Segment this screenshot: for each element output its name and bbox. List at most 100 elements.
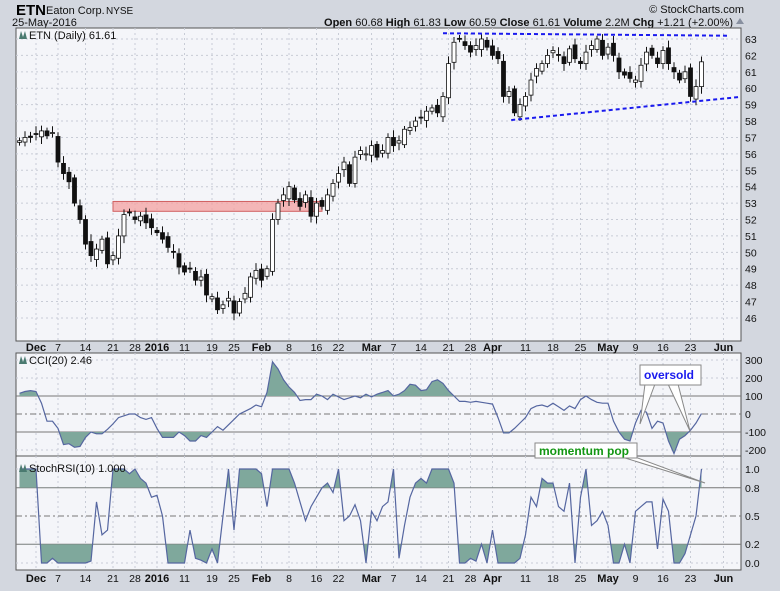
candle-body bbox=[413, 120, 418, 127]
candle-body bbox=[66, 171, 72, 183]
candle-body bbox=[534, 68, 539, 77]
candle-body bbox=[165, 236, 171, 248]
price-tick-label: 57 bbox=[745, 132, 757, 144]
candle-body bbox=[187, 267, 193, 270]
x-tick-label: 8 bbox=[286, 342, 292, 354]
cci-tick-label: 100 bbox=[745, 391, 763, 403]
x-tick-label: 21 bbox=[107, 342, 119, 354]
x-tick-label: Mar bbox=[362, 573, 382, 585]
candle-body bbox=[550, 50, 556, 54]
x-tick-label: 22 bbox=[333, 573, 345, 585]
candle-body bbox=[600, 39, 605, 56]
candle-body bbox=[237, 301, 242, 314]
candle-body bbox=[94, 248, 99, 260]
candle-body bbox=[88, 241, 94, 257]
candle-body bbox=[385, 137, 391, 154]
candle-body bbox=[512, 88, 517, 114]
candle-body bbox=[231, 300, 237, 314]
candle-body bbox=[83, 219, 88, 245]
open-value: 60.68 bbox=[355, 17, 383, 29]
x-tick-label: Apr bbox=[483, 342, 503, 354]
stochrsi-tick-label: 1.0 bbox=[745, 464, 760, 476]
x-tick-label: 14 bbox=[415, 573, 427, 585]
candle-body bbox=[182, 265, 187, 273]
cci-tick-label: 300 bbox=[745, 355, 763, 367]
candle-body bbox=[633, 79, 638, 83]
candle-body bbox=[699, 61, 704, 87]
x-tick-label: 14 bbox=[415, 342, 427, 354]
chg-value: +1.21 (+2.00%) bbox=[657, 17, 733, 29]
oversold-label: oversold bbox=[644, 368, 694, 382]
price-tick-label: 47 bbox=[745, 297, 757, 309]
x-tick-label: 16 bbox=[657, 342, 669, 354]
candle-body bbox=[72, 177, 77, 204]
candle-body bbox=[308, 197, 314, 217]
candle-body bbox=[457, 37, 462, 40]
chart-date: 25-May-2016 bbox=[12, 17, 77, 29]
cci-panel bbox=[15, 352, 742, 457]
cci-tick-label: -200 bbox=[745, 445, 766, 457]
candle-body bbox=[473, 45, 479, 50]
candle-body bbox=[314, 202, 319, 217]
candle-body bbox=[627, 72, 633, 79]
x-tick-label: 19 bbox=[206, 342, 218, 354]
candle-body bbox=[484, 39, 490, 48]
stochrsi-tick-label: 0.2 bbox=[745, 539, 760, 551]
x-tick-label: 23 bbox=[685, 342, 697, 354]
x-tick-label: 25 bbox=[575, 573, 587, 585]
x-tick-label: 19 bbox=[206, 573, 218, 585]
candle-body bbox=[259, 268, 264, 281]
x-tick-label: 25 bbox=[228, 573, 240, 585]
candle-body bbox=[242, 292, 248, 300]
stochrsi-tick-label: 0.8 bbox=[745, 483, 760, 495]
candle-body bbox=[369, 145, 374, 156]
stock-chart: ETN Eaton Corp. NYSE 25-May-2016 © Stock… bbox=[0, 0, 780, 586]
price-tick-label: 56 bbox=[745, 149, 757, 161]
candle-body bbox=[286, 186, 292, 200]
candle-body bbox=[666, 47, 671, 65]
cci-legend: CCI(20) 2.46 bbox=[29, 355, 92, 367]
candle-body bbox=[270, 219, 275, 272]
cci-tick-label: 200 bbox=[745, 373, 763, 385]
x-tick-label: 7 bbox=[55, 342, 61, 354]
x-tick-label: 21 bbox=[443, 342, 455, 354]
candle-body bbox=[501, 60, 506, 97]
x-tick-label: 25 bbox=[228, 342, 240, 354]
x-tick-label: 16 bbox=[311, 342, 323, 354]
candle-body bbox=[556, 54, 561, 56]
price-tick-label: 63 bbox=[745, 34, 757, 46]
candle-body bbox=[616, 57, 622, 73]
x-tick-label: May bbox=[597, 342, 619, 354]
price-tick-label: 53 bbox=[745, 198, 757, 210]
price-tick-label: 60 bbox=[745, 83, 757, 95]
price-tick-label: 49 bbox=[745, 264, 757, 276]
candle-body bbox=[578, 60, 583, 65]
price-tick-label: 50 bbox=[745, 247, 757, 259]
candle-body bbox=[644, 51, 649, 65]
candle-body bbox=[424, 110, 429, 121]
candle-body bbox=[215, 297, 220, 311]
x-tick-label: 7 bbox=[55, 573, 61, 585]
candle-body bbox=[649, 47, 655, 56]
candle-body bbox=[605, 46, 611, 55]
high-label: High bbox=[386, 17, 411, 29]
cci-tick-label: 0 bbox=[745, 409, 751, 421]
candle-body bbox=[226, 297, 231, 302]
open-label: Open bbox=[324, 17, 352, 29]
candle-body bbox=[336, 173, 341, 183]
candle-body bbox=[539, 63, 545, 72]
candle-body bbox=[275, 202, 281, 220]
price-tick-label: 46 bbox=[745, 313, 757, 325]
x-tick-label: 28 bbox=[465, 573, 477, 585]
candle-body bbox=[594, 38, 600, 50]
copyright: © StockCharts.com bbox=[649, 4, 744, 16]
candle-body bbox=[127, 211, 132, 214]
candle-body bbox=[220, 304, 226, 309]
x-tick-label: 2016 bbox=[145, 573, 169, 585]
low-label: Low bbox=[444, 17, 466, 29]
candle-body bbox=[160, 232, 165, 240]
candle-body bbox=[545, 55, 550, 65]
price-tick-label: 62 bbox=[745, 50, 757, 62]
candle-body bbox=[655, 57, 660, 65]
x-tick-label: 28 bbox=[465, 342, 477, 354]
